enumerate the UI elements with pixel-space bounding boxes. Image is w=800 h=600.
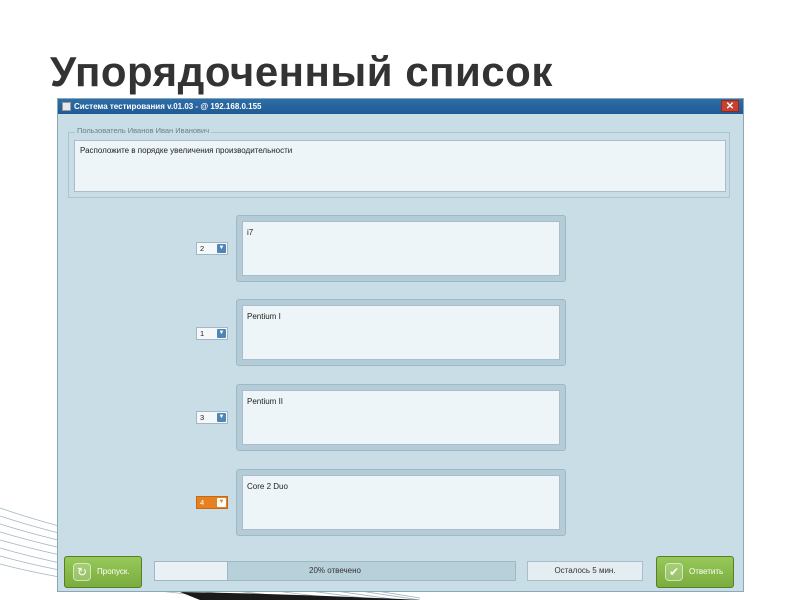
window-title: Система тестирования v.01.03 - @ 192.168…	[74, 102, 262, 111]
time-remaining: Осталось 5 мин.	[527, 561, 643, 581]
chevron-down-icon[interactable]: ▼	[217, 329, 226, 338]
order-select-1[interactable]: 2 ▼	[196, 242, 228, 255]
slide-title: Упорядоченный список	[50, 48, 553, 95]
user-label: Пользователь Иванов Иван Иванович	[75, 126, 212, 135]
order-select-2[interactable]: 1 ▼	[196, 327, 228, 340]
skip-button[interactable]: ↻ Пропуск.	[64, 556, 142, 588]
answer-button[interactable]: ✔ Ответить	[656, 556, 734, 588]
testing-window: Система тестирования v.01.03 - @ 192.168…	[57, 98, 744, 592]
answer-text: Core 2 Duo	[242, 475, 560, 530]
order-select-3[interactable]: 3 ▼	[196, 411, 228, 424]
chevron-down-icon[interactable]: ▼	[217, 498, 226, 507]
answer-card-4[interactable]: Core 2 Duo	[236, 469, 566, 536]
order-value: 4	[200, 498, 205, 507]
question-panel: Пользователь Иванов Иван Иванович Распол…	[68, 126, 730, 198]
answer-text: Pentium I	[242, 305, 560, 360]
question-prompt: Расположите в порядке увеличения произво…	[74, 140, 726, 192]
answer-text: i7	[242, 221, 560, 276]
checkmark-icon: ✔	[665, 563, 683, 581]
chevron-down-icon[interactable]: ▼	[217, 244, 226, 253]
close-button[interactable]: ✕	[721, 100, 739, 112]
progress-bar: 20% отвечено	[154, 561, 516, 581]
order-value: 1	[200, 329, 205, 338]
answer-label: Ответить	[689, 567, 724, 576]
answer-card-3[interactable]: Pentium II	[236, 384, 566, 451]
order-select-4[interactable]: 4 ▼	[196, 496, 228, 509]
chevron-down-icon[interactable]: ▼	[217, 413, 226, 422]
refresh-icon: ↻	[73, 563, 91, 581]
progress-text: 20% отвечено	[309, 566, 361, 575]
order-value: 2	[200, 244, 205, 253]
answer-card-2[interactable]: Pentium I	[236, 299, 566, 366]
answer-text: Pentium II	[242, 390, 560, 445]
order-value: 3	[200, 413, 205, 422]
answer-card-1[interactable]: i7	[236, 215, 566, 282]
app-icon	[62, 102, 71, 111]
skip-label: Пропуск.	[97, 567, 130, 576]
window-titlebar: Система тестирования v.01.03 - @ 192.168…	[58, 99, 743, 114]
